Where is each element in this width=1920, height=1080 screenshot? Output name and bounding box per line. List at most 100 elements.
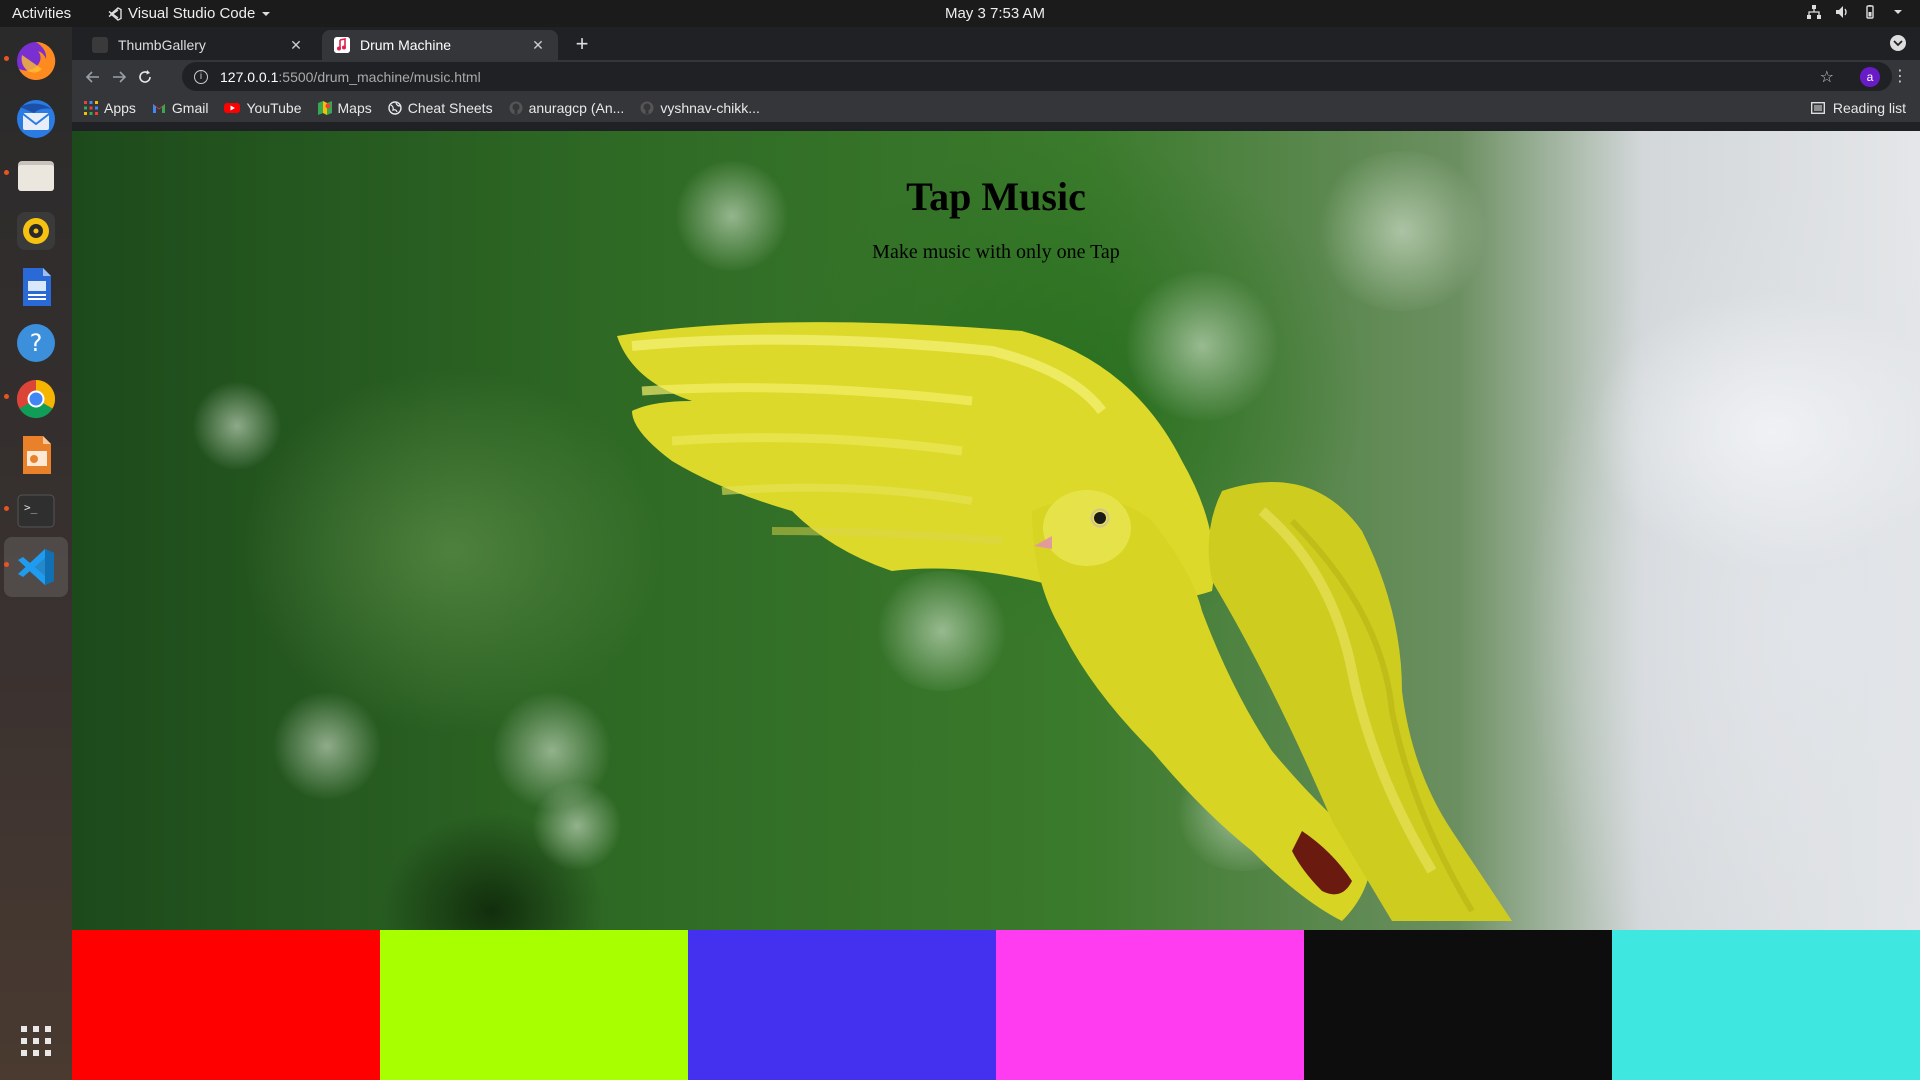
files-icon	[18, 161, 54, 191]
dock-rhythmbox[interactable]	[12, 207, 60, 255]
terminal-icon: >_	[17, 494, 55, 528]
system-menu-chevron-icon[interactable]	[1890, 4, 1906, 20]
drum-pad-6[interactable]	[1612, 930, 1920, 1080]
bookmark-maps[interactable]: Maps	[317, 99, 372, 116]
profile-avatar[interactable]: a	[1860, 67, 1880, 87]
drum-pad-5[interactable]	[1304, 930, 1612, 1080]
page-subtitle: Make music with only one Tap	[872, 241, 1120, 263]
svg-text:>_: >_	[24, 501, 38, 514]
close-icon[interactable]: ✕	[288, 37, 304, 54]
address-bar[interactable]: i 127.0.0.1:5500/drum_machine/music.html	[182, 62, 1892, 91]
show-applications-button[interactable]	[12, 1017, 60, 1065]
chrome-window: ThumbGallery ✕ Drum Machine ✕ + i 127.0.…	[72, 27, 1920, 1080]
app-menu-label: Visual Studio Code	[128, 5, 256, 22]
reload-button[interactable]	[134, 66, 156, 88]
tab-thumbgallery[interactable]: ThumbGallery ✕	[80, 30, 316, 60]
system-tray[interactable]	[1806, 4, 1906, 20]
tab-drum-machine[interactable]: Drum Machine ✕	[322, 30, 558, 60]
maps-icon	[317, 100, 332, 115]
bookmark-star-icon[interactable]: ☆	[1820, 67, 1834, 87]
bookmark-label: vyshnav-chikk...	[660, 99, 760, 116]
reading-list-label: Reading list	[1832, 100, 1906, 116]
drum-pads	[72, 930, 1920, 1080]
dock-writer[interactable]	[12, 263, 60, 311]
dock-chrome[interactable]	[12, 375, 60, 423]
page-title: Tap Music	[906, 174, 1086, 219]
drum-pad-1[interactable]	[72, 930, 380, 1080]
bookmark-anuragcp[interactable]: anuragcp (An...	[509, 99, 625, 116]
running-indicator	[4, 56, 9, 61]
vscode-small-icon	[108, 6, 122, 21]
dock: ? >_	[0, 27, 72, 1080]
running-indicator	[4, 562, 9, 567]
dock-impress[interactable]	[12, 431, 60, 479]
chevron-down-icon	[261, 10, 271, 18]
hero-background-image: Tap Music Make music with only one Tap	[72, 131, 1920, 930]
svg-text:?: ?	[30, 329, 43, 357]
thunderbird-icon	[17, 100, 55, 138]
writer-icon	[23, 268, 51, 306]
new-tab-button[interactable]: +	[570, 33, 594, 57]
close-icon[interactable]: ✕	[530, 37, 546, 54]
dock-thunderbird[interactable]	[12, 95, 60, 143]
impress-icon	[23, 436, 51, 474]
bookmark-youtube[interactable]: YouTube	[224, 100, 302, 116]
firefox-icon	[17, 41, 56, 80]
drum-pad-4[interactable]	[996, 930, 1304, 1080]
clock[interactable]: May 3 7:53 AM	[945, 5, 1045, 22]
arrow-right-icon	[113, 71, 127, 83]
drum-pad-3[interactable]	[688, 930, 996, 1080]
drum-pad-2[interactable]	[380, 930, 688, 1080]
running-indicator	[4, 506, 9, 511]
app-menu[interactable]: Visual Studio Code	[108, 5, 271, 22]
bookmark-label: anuragcp (An...	[528, 99, 625, 116]
network-icon[interactable]	[1806, 4, 1822, 20]
dock-help[interactable]: ?	[12, 319, 60, 367]
reload-icon	[139, 70, 151, 83]
thumbgallery-favicon-icon	[92, 37, 108, 53]
gmail-icon	[152, 103, 165, 113]
forward-button[interactable]	[108, 66, 130, 88]
battery-icon[interactable]	[1862, 4, 1878, 20]
tab-title: Drum Machine	[360, 37, 452, 53]
url-path: :5500/drum_machine/music.html	[278, 68, 481, 85]
bookmark-apps[interactable]: Apps	[84, 100, 136, 116]
chevron-down-icon	[1893, 40, 1903, 47]
tab-search-button[interactable]	[1890, 35, 1906, 51]
apps-grid-icon	[21, 1026, 51, 1056]
dock-firefox[interactable]	[12, 37, 60, 85]
browser-toolbar: i 127.0.0.1:5500/drum_machine/music.html…	[72, 60, 1920, 93]
tab-title: ThumbGallery	[118, 37, 206, 53]
bookmark-label: Cheat Sheets	[407, 99, 493, 116]
arrow-left-icon	[85, 71, 99, 83]
dock-files[interactable]	[12, 151, 60, 199]
globe-icon	[388, 100, 402, 115]
bookmarks-bar: Apps Gmail YouTube Maps Cheat Sheets anu…	[72, 93, 1920, 123]
bookmark-cheat-sheets[interactable]: Cheat Sheets	[388, 100, 493, 116]
system-top-bar: Activities Visual Studio Code May 3 7:53…	[0, 0, 1920, 27]
github-icon	[640, 101, 654, 114]
kebab-menu-icon[interactable]: ⋮	[1892, 66, 1908, 86]
page-viewport: Tap Music Make music with only one Tap	[72, 131, 1920, 1080]
bookmark-label: Apps	[104, 99, 136, 116]
bookmark-vyshnav[interactable]: vyshnav-chikk...	[640, 100, 760, 116]
vscode-icon	[18, 549, 54, 585]
tab-strip: ThumbGallery ✕ Drum Machine ✕ +	[72, 27, 1920, 60]
reading-list-icon	[1810, 102, 1825, 114]
running-indicator	[4, 394, 9, 399]
apps-grid-icon	[84, 100, 98, 115]
reading-list-button[interactable]: Reading list	[1810, 100, 1906, 116]
music-note-favicon-icon	[334, 37, 350, 53]
bookmark-label: Gmail	[171, 99, 209, 116]
running-indicator	[4, 170, 9, 175]
activities-button[interactable]: Activities	[12, 5, 71, 22]
dock-vscode[interactable]	[4, 537, 68, 597]
site-info-icon[interactable]: i	[194, 69, 208, 84]
bookmark-gmail[interactable]: Gmail	[152, 99, 209, 116]
chrome-icon	[16, 379, 56, 419]
url-host: 127.0.0.1	[220, 68, 279, 85]
bookmark-label: Maps	[337, 99, 372, 116]
dock-terminal[interactable]: >_	[12, 487, 60, 535]
back-button[interactable]	[82, 66, 104, 88]
volume-icon[interactable]	[1834, 4, 1850, 20]
